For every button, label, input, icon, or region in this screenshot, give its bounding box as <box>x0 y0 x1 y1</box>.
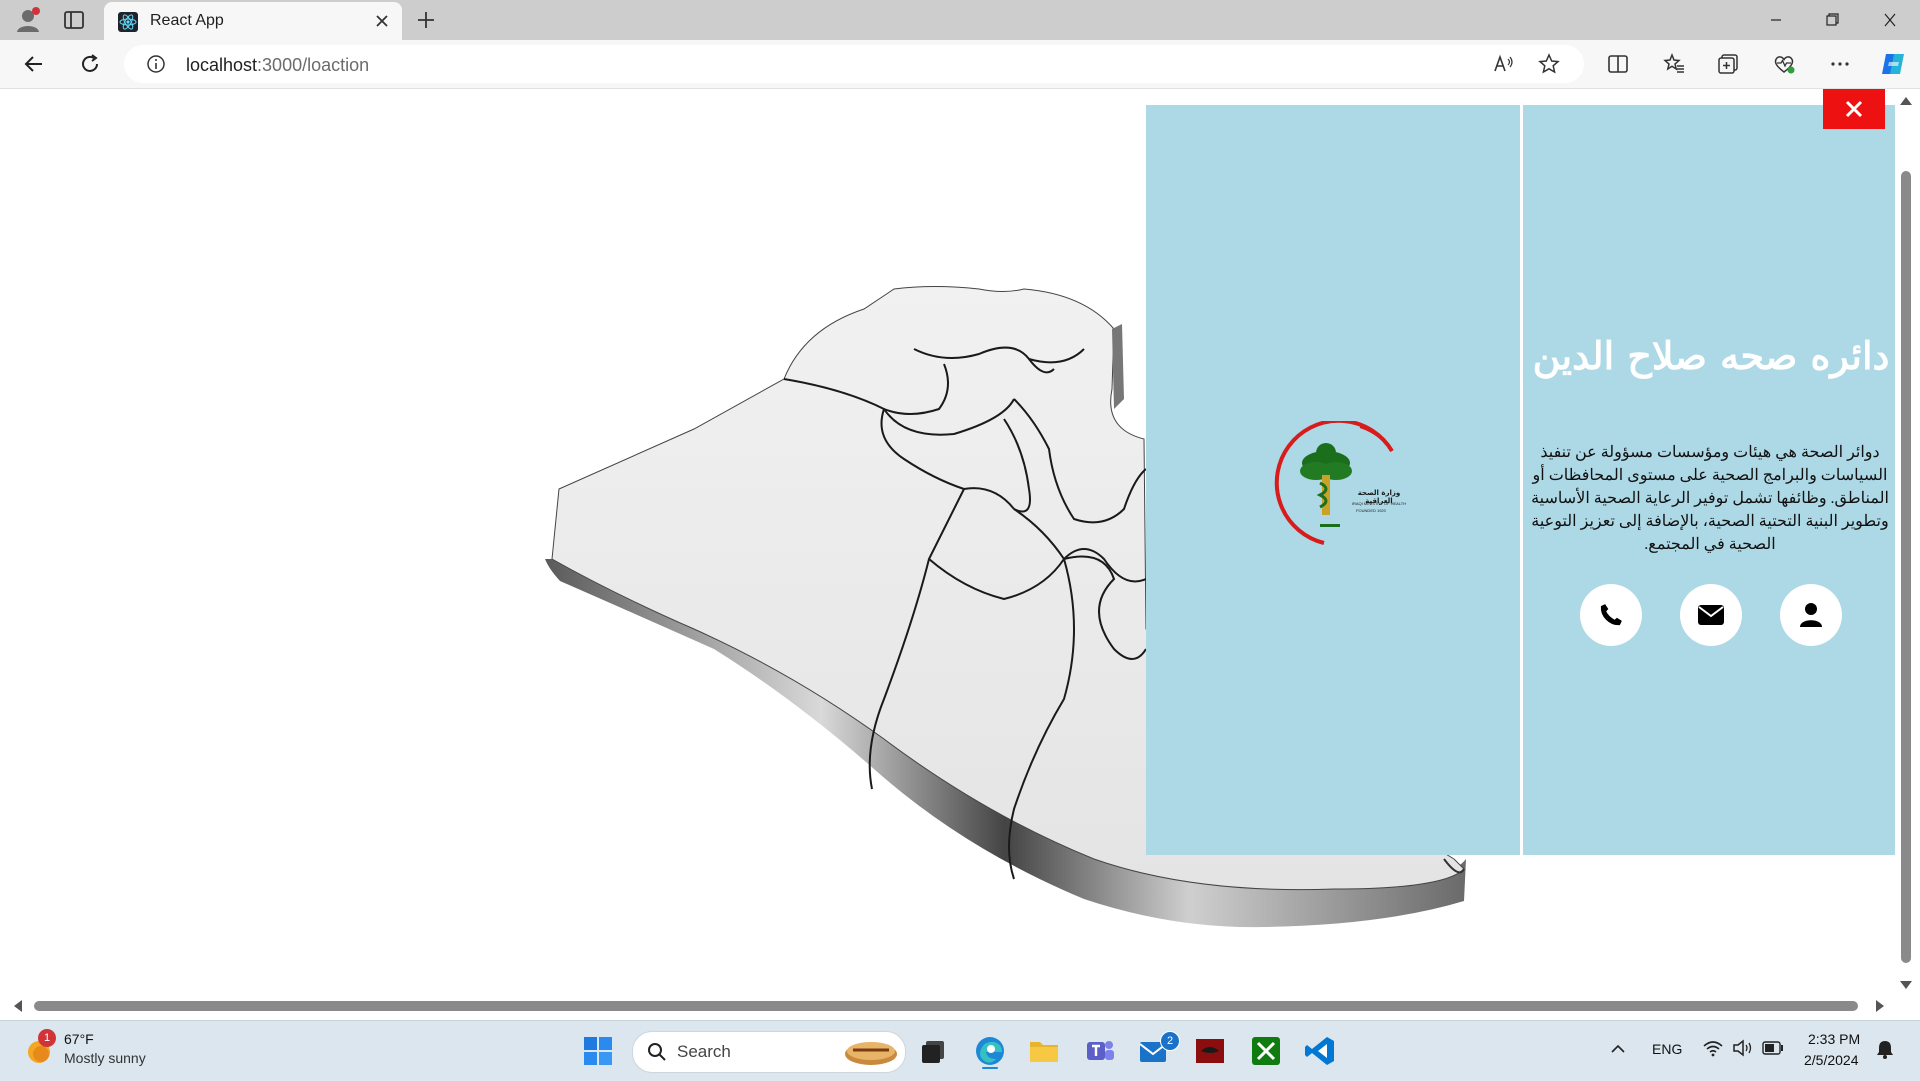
taskbar-search[interactable]: Search <box>632 1031 906 1073</box>
address-toolbar: localhost:3000/loaction <box>0 40 1920 89</box>
edge-browser-icon[interactable] <box>972 1033 1008 1069</box>
battery-icon[interactable] <box>1762 1041 1784 1055</box>
search-label: Search <box>677 1042 731 1061</box>
collections-icon[interactable] <box>1716 52 1740 76</box>
favorites-icon[interactable] <box>1662 52 1686 76</box>
chevron-up-icon[interactable] <box>1610 1043 1626 1053</box>
map-edge-sliver <box>1112 324 1124 409</box>
react-favicon-icon <box>118 12 138 32</box>
tab-react-app[interactable]: React App <box>104 2 402 40</box>
profile-button[interactable] <box>1780 584 1842 646</box>
language-indicator[interactable]: ENG <box>1652 1041 1682 1057</box>
site-info-icon[interactable] <box>146 54 166 74</box>
scroll-up-arrow-icon[interactable] <box>1900 97 1912 105</box>
user-icon <box>1800 603 1822 627</box>
vertical-scrollbar[interactable] <box>1895 89 1915 1009</box>
vertical-scroll-thumb[interactable] <box>1901 171 1911 963</box>
info-column: دائره صحه صلاح الدين دوائر الصحة هي هيئا… <box>1524 105 1898 855</box>
file-explorer-icon[interactable] <box>1026 1033 1062 1069</box>
envelope-icon <box>1698 605 1724 625</box>
profile-icon[interactable] <box>14 6 42 34</box>
panel-divider <box>1520 105 1523 855</box>
horizontal-scrollbar[interactable] <box>4 996 1894 1016</box>
teams-icon[interactable] <box>1082 1033 1118 1069</box>
volume-icon[interactable] <box>1732 1039 1754 1057</box>
notification-bell-icon[interactable] <box>1876 1039 1894 1059</box>
search-icon <box>648 1043 666 1061</box>
back-arrow-icon[interactable] <box>22 52 46 76</box>
wifi-icon[interactable] <box>1702 1039 1724 1057</box>
phone-button[interactable] <box>1580 584 1642 646</box>
windows-taskbar: 1 67°F Mostly sunny Search 2 ENG 2:33 PM… <box>0 1020 1920 1081</box>
close-panel-button[interactable] <box>1823 89 1885 129</box>
xbox-icon[interactable] <box>1248 1033 1284 1069</box>
page-viewport: وزارة الصحة العراقية IRAQI MINISTRY OF H… <box>4 89 1900 1009</box>
weather-widget[interactable]: 1 67°F Mostly sunny <box>24 1029 174 1073</box>
clock-time[interactable]: 2:33 PM <box>1808 1031 1860 1047</box>
favorite-star-icon[interactable] <box>1538 53 1560 75</box>
tab-actions-icon[interactable] <box>62 8 86 32</box>
url-host: localhost <box>186 55 258 75</box>
more-options-icon[interactable] <box>1828 52 1852 76</box>
split-screen-icon[interactable] <box>1606 52 1630 76</box>
ministry-logo: وزارة الصحة العراقية IRAQI MINISTRY OF H… <box>1264 418 1414 551</box>
department-description: دوائر الصحة هي هيئات ومؤسسات مسؤولة عن ت… <box>1531 444 1889 553</box>
mail-badge: 2 <box>1160 1031 1180 1051</box>
scroll-right-arrow-icon[interactable] <box>1876 1000 1884 1012</box>
scroll-left-arrow-icon[interactable] <box>14 1000 22 1012</box>
scroll-down-arrow-icon[interactable] <box>1900 981 1912 989</box>
phone-icon <box>1600 604 1622 626</box>
weather-condition: Mostly sunny <box>64 1050 146 1066</box>
copilot-icon[interactable] <box>1880 50 1908 78</box>
task-view-icon[interactable] <box>916 1033 952 1069</box>
new-tab-icon[interactable] <box>414 8 438 32</box>
browser-essentials-icon[interactable] <box>1772 52 1796 76</box>
url-text: localhost:3000/loaction <box>186 55 369 76</box>
ministry-logo-image <box>1274 418 1394 545</box>
app-dark-red-icon[interactable] <box>1192 1033 1228 1069</box>
minimize-icon[interactable] <box>1754 6 1798 34</box>
logo-text-en: IRAQI MINISTRY OF HEALTH <box>1351 501 1407 506</box>
logo-founded: FOUNDED 1920 <box>1356 508 1386 513</box>
weather-temp: 67°F <box>64 1031 94 1047</box>
email-button[interactable] <box>1680 584 1742 646</box>
restore-icon[interactable] <box>1810 6 1854 34</box>
close-window-icon[interactable] <box>1868 6 1912 34</box>
read-aloud-icon[interactable] <box>1492 53 1514 75</box>
search-highlight-icon <box>845 1042 897 1065</box>
department-title: دائره صحه صلاح الدين <box>1532 333 1890 378</box>
browser-tab-bar: React App <box>0 0 1920 40</box>
clock-date[interactable]: 2/5/2024 <box>1804 1052 1859 1068</box>
horizontal-scroll-thumb[interactable] <box>34 1001 1858 1011</box>
weather-badge: 1 <box>38 1029 56 1047</box>
vscode-icon[interactable] <box>1302 1033 1338 1069</box>
close-tab-icon[interactable] <box>372 11 392 31</box>
url-bar[interactable]: localhost:3000/loaction <box>124 45 1584 83</box>
tab-title: React App <box>150 12 224 29</box>
url-path: :3000/loaction <box>257 55 370 75</box>
location-info-panel: وزارة الصحة العراقية IRAQI MINISTRY OF H… <box>1146 105 1898 855</box>
close-icon <box>1845 100 1863 118</box>
start-menu-icon[interactable] <box>580 1033 616 1069</box>
refresh-icon[interactable] <box>78 52 102 76</box>
